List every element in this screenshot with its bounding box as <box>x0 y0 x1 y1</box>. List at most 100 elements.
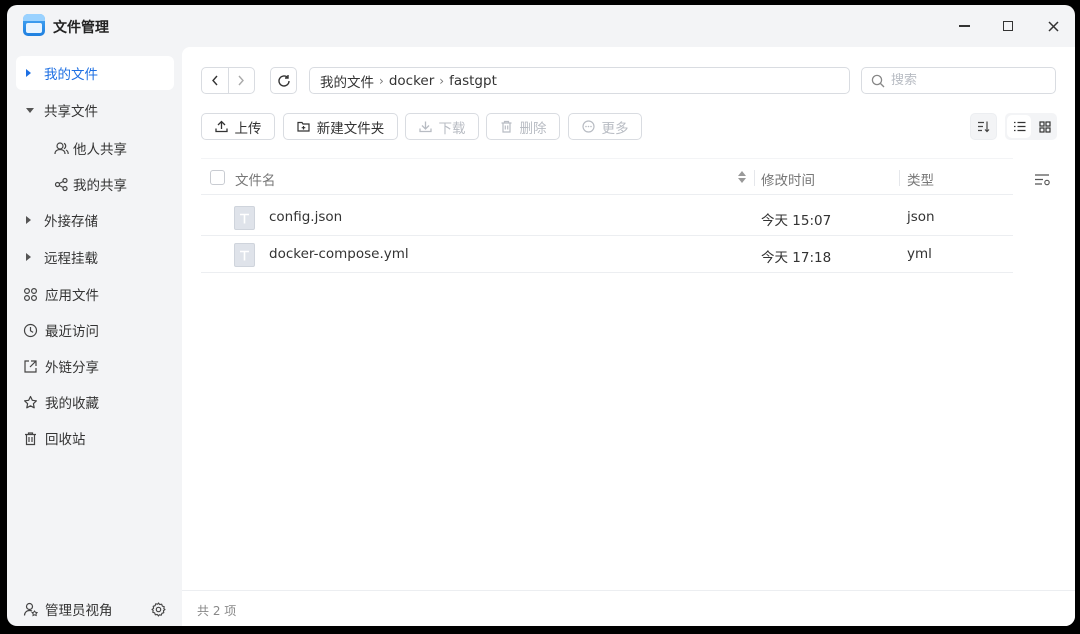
file-name: docker-compose.yml <box>269 246 409 262</box>
breadcrumb-item[interactable]: fastgpt <box>449 73 497 89</box>
sidebar-item-label: 应用文件 <box>45 288 99 304</box>
sidebar-item-external-storage[interactable]: 外接存储 <box>16 203 174 237</box>
star-icon <box>23 395 44 410</box>
column-divider[interactable] <box>754 170 755 186</box>
text-file-icon <box>234 206 255 230</box>
breadcrumb-item[interactable]: 我的文件 <box>320 71 374 91</box>
sidebar-item-label: 外接存储 <box>44 214 98 230</box>
file-name: config.json <box>269 209 343 225</box>
apps-icon <box>23 287 44 302</box>
sidebar-item-label: 外链分享 <box>45 360 99 376</box>
sidebar-item-label: 远程挂载 <box>44 251 98 267</box>
trash-icon <box>500 120 513 133</box>
expand-arrow-icon <box>26 253 44 261</box>
maximize-button[interactable] <box>994 13 1022 39</box>
settings-button[interactable] <box>151 602 166 621</box>
sidebar-item-label: 管理员视角 <box>45 603 113 619</box>
chevron-left-icon <box>211 75 218 86</box>
upload-label: 上传 <box>234 120 262 137</box>
download-button[interactable]: 下载 <box>405 113 479 140</box>
new-folder-button[interactable]: 新建文件夹 <box>283 113 398 140</box>
breadcrumb-separator-icon: › <box>439 73 445 88</box>
sidebar-item-my-files[interactable]: 我的文件 <box>16 56 174 90</box>
text-file-icon <box>234 243 255 267</box>
search-icon <box>871 74 885 87</box>
sidebar-item-label: 最近访问 <box>45 324 99 340</box>
maximize-icon <box>1003 21 1013 31</box>
column-header-type[interactable]: 类型 <box>907 169 934 189</box>
forward-button[interactable] <box>229 68 255 93</box>
title-bar: 文件管理 <box>7 5 1075 47</box>
sidebar-item-shared-files[interactable]: 共享文件 <box>16 93 174 127</box>
delete-button[interactable]: 删除 <box>486 113 560 140</box>
grid-view-button[interactable] <box>1033 113 1057 140</box>
close-button[interactable] <box>1039 13 1067 39</box>
sidebar: 我的文件 共享文件 他人共享 我的共享 外接存储 远程挂载 应用文件 最近访问 … <box>7 47 181 626</box>
back-button[interactable] <box>202 68 229 93</box>
external-link-icon <box>23 359 44 374</box>
main-panel: 我的文件 › docker › fastgpt 上传 新建文件夹 下载 删除 <box>182 47 1075 590</box>
sidebar-item-label: 我的文件 <box>44 67 98 83</box>
refresh-button[interactable] <box>270 67 297 94</box>
sidebar-item-favorites[interactable]: 我的收藏 <box>16 385 174 419</box>
sidebar-item-label: 我的共享 <box>73 178 127 194</box>
sidebar-item-my-shares[interactable]: 我的共享 <box>16 167 174 201</box>
item-count: 共 2 项 <box>197 604 237 618</box>
more-button[interactable]: 更多 <box>568 113 642 140</box>
column-header-modified[interactable]: 修改时间 <box>761 169 815 189</box>
column-settings-icon <box>1035 174 1050 186</box>
sidebar-item-remote-mount[interactable]: 远程挂载 <box>16 240 174 274</box>
admin-user-icon <box>23 602 44 617</box>
file-modified: 今天 17:18 <box>761 250 832 266</box>
more-icon <box>581 120 595 133</box>
gear-icon <box>151 602 166 617</box>
trash-icon <box>23 431 44 446</box>
expand-arrow-icon <box>26 216 44 224</box>
file-type: json <box>907 209 935 225</box>
select-all-checkbox[interactable] <box>210 170 225 185</box>
upload-button[interactable]: 上传 <box>201 113 275 140</box>
file-manager-app-icon <box>23 14 45 36</box>
expand-arrow-icon <box>26 69 44 77</box>
view-toggle <box>1005 113 1057 140</box>
column-header-name[interactable]: 文件名 <box>235 169 276 189</box>
users-icon <box>54 141 72 156</box>
column-divider[interactable] <box>899 170 900 186</box>
sidebar-item-label: 我的收藏 <box>45 396 99 412</box>
table-row[interactable]: docker-compose.yml 今天 17:18 yml <box>201 236 1013 273</box>
sort-arrows-icon[interactable] <box>738 171 746 183</box>
sidebar-item-link-share[interactable]: 外链分享 <box>16 349 174 383</box>
new-folder-icon <box>297 120 310 133</box>
breadcrumb-item[interactable]: docker <box>389 73 434 89</box>
list-view-button[interactable] <box>1007 115 1031 138</box>
file-modified: 今天 15:07 <box>761 213 832 229</box>
search-input[interactable] <box>891 73 1041 88</box>
chevron-right-icon <box>238 75 245 86</box>
more-label: 更多 <box>601 120 629 137</box>
sidebar-item-recent[interactable]: 最近访问 <box>16 313 174 347</box>
column-settings-button[interactable] <box>1034 173 1051 190</box>
delete-label: 删除 <box>519 120 547 137</box>
sidebar-item-shared-by-others[interactable]: 他人共享 <box>16 131 174 165</box>
clock-icon <box>23 323 44 338</box>
minimize-button[interactable] <box>950 13 978 39</box>
list-view-icon <box>1013 121 1025 132</box>
sidebar-item-label: 他人共享 <box>73 142 127 158</box>
table-row[interactable]: config.json 今天 15:07 json <box>201 199 1013 236</box>
file-type: yml <box>907 246 932 262</box>
sidebar-item-label: 回收站 <box>45 432 86 448</box>
collapse-arrow-icon <box>26 107 44 113</box>
sort-button[interactable] <box>970 113 997 140</box>
share-icon <box>54 177 72 192</box>
download-label: 下载 <box>438 120 466 137</box>
sidebar-item-app-files[interactable]: 应用文件 <box>16 277 174 311</box>
grid-view-icon <box>1039 120 1051 133</box>
file-manager-window: 文件管理 我的文件 共享文件 他人共享 我的共享 外接存储 远程挂载 应用文件 … <box>7 5 1075 626</box>
minimize-icon <box>958 25 970 27</box>
download-icon <box>418 120 432 133</box>
sidebar-item-recycle-bin[interactable]: 回收站 <box>16 421 174 455</box>
sort-icon <box>978 121 990 133</box>
search-box <box>861 67 1056 94</box>
breadcrumb[interactable]: 我的文件 › docker › fastgpt <box>309 67 850 94</box>
upload-icon <box>214 120 228 133</box>
